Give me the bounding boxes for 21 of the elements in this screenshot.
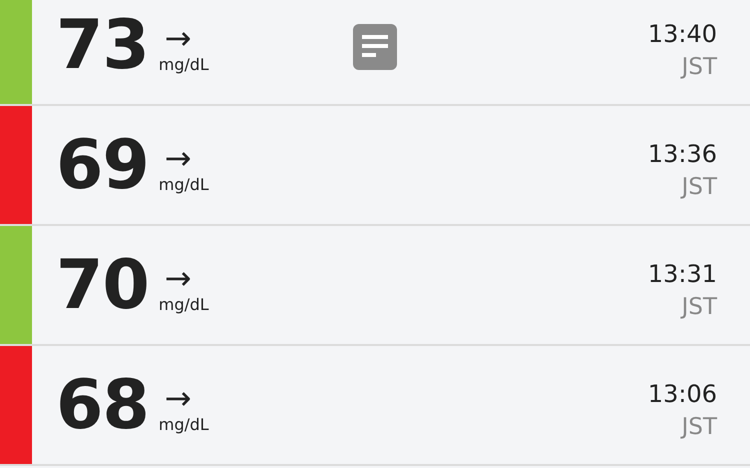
glucose-value: 69 <box>56 126 149 204</box>
time-zone: JST <box>682 414 717 440</box>
trend-arrow: → <box>164 140 192 174</box>
glucose-value: 73 <box>56 6 149 84</box>
time-zone: JST <box>682 294 717 320</box>
unit-label: mg/dL <box>158 54 209 74</box>
trend-arrow: → <box>164 20 192 54</box>
glucose-value: 68 <box>56 366 149 444</box>
time-zone: JST <box>682 54 717 80</box>
unit-label: mg/dL <box>158 174 209 194</box>
reading-time: 13:31 <box>648 260 717 288</box>
note-icon[interactable] <box>353 24 397 70</box>
trend-arrow: → <box>164 380 192 414</box>
reading-time: 13:40 <box>648 20 717 48</box>
glucose-value: 70 <box>56 246 149 324</box>
reading-time: 13:36 <box>648 140 717 168</box>
unit-label: mg/dL <box>158 414 209 434</box>
unit-label: mg/dL <box>158 294 209 314</box>
trend-arrow: → <box>164 260 192 294</box>
reading-time: 13:06 <box>648 380 717 408</box>
time-zone: JST <box>682 174 717 200</box>
